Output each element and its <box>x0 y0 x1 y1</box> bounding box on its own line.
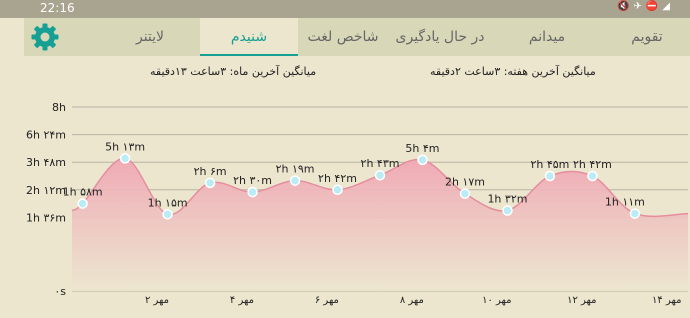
x-tick-label: ۶ مهر <box>315 295 339 306</box>
data-point <box>587 170 598 182</box>
x-tick-label: ۴ مهر <box>230 295 254 306</box>
data-label: 1h ۱۱m <box>605 196 645 209</box>
x-tick-label: ۱۲ مهر <box>567 295 596 306</box>
x-tick-label: ۱۰ مهر <box>482 295 511 306</box>
tab-listening[interactable]: شنیدم <box>200 18 298 56</box>
y-tick-label: 1h ۳۶m <box>26 211 66 224</box>
y-tick-label: 6h ۲۴m <box>26 129 66 142</box>
gear-icon <box>31 23 59 51</box>
data-point <box>459 188 471 199</box>
signal-icon: ◢ <box>662 1 674 12</box>
data-point <box>502 205 513 216</box>
data-label: ۲h ۴۲m <box>573 158 612 171</box>
data-point <box>544 170 556 182</box>
y-tick-label: ۰s <box>54 285 66 298</box>
y-tick-label: 8h <box>52 101 66 114</box>
data-point <box>289 175 301 186</box>
data-point <box>119 153 131 164</box>
data-point <box>374 169 386 181</box>
data-point <box>77 198 88 209</box>
tab-learning[interactable]: در حال یادگیری <box>388 18 492 56</box>
data-point <box>247 186 258 198</box>
tab-light[interactable]: لایتنر <box>100 18 200 56</box>
y-tick-label: 3h ۴۸m <box>26 156 66 169</box>
tab-bar: تقویم میدانم در حال یادگیری شاخص لغت شنی… <box>24 18 690 56</box>
month-average: میانگین آخرین ماه: ۳ساعت ۱۳دقیقه <box>150 65 317 78</box>
settings-button[interactable] <box>30 22 60 52</box>
status-time: 22:16 <box>40 1 75 15</box>
data-label: ۲h ۴۳m <box>361 157 400 170</box>
x-tick-label: ۲ مهر <box>145 295 169 306</box>
tab-calendar[interactable]: تقویم <box>604 18 690 56</box>
data-point <box>332 184 343 196</box>
tab-field[interactable]: میدانم <box>492 18 602 56</box>
data-label: ۲h ۱۹m <box>276 163 315 176</box>
data-label: 5h ۴m <box>405 142 439 155</box>
data-label: ۲h ۳۰m <box>233 174 272 187</box>
status-bar: 22:16 🔇✈⛔◢ <box>0 0 690 18</box>
dnd-icon: ⛔ <box>645 1 663 12</box>
data-label: 1h ۳۲m <box>487 193 527 206</box>
x-tick-label: ۸ مهر <box>400 295 424 306</box>
data-label: ۲h ۴۲m <box>318 172 357 185</box>
data-label: ۲h ۴۵m <box>530 158 569 171</box>
airplane-icon: ✈ <box>633 1 646 12</box>
data-point <box>162 209 173 220</box>
status-icons: 🔇✈⛔◢ <box>617 1 674 12</box>
tab-word-index[interactable]: شاخص لغت <box>298 18 388 56</box>
data-point <box>629 208 641 219</box>
data-point <box>204 177 216 189</box>
x-tick-label: ۱۴ مهر <box>652 295 681 306</box>
data-label: 1h ۱۵m <box>148 196 188 209</box>
data-label: ۲h ۶m <box>194 165 227 178</box>
mute-icon: 🔇 <box>617 1 634 12</box>
y-tick-label: 2h ۱۲m <box>26 184 66 197</box>
data-label: 5h ۱۳m <box>105 140 145 153</box>
data-label: 1h ۵۸m <box>63 186 103 199</box>
week-average: میانگین آخرین هفته: ۳ساعت ۲دقیقه <box>430 65 596 78</box>
listening-chart: ۰s 1h ۳۶m 2h ۱۲m 3h ۴۸m 6h ۲۴m 8h ۲ مهر ۴ مهر ۶ … <box>26 101 689 306</box>
data-label: 2h ۱۷m <box>445 176 485 189</box>
data-point <box>417 154 428 166</box>
